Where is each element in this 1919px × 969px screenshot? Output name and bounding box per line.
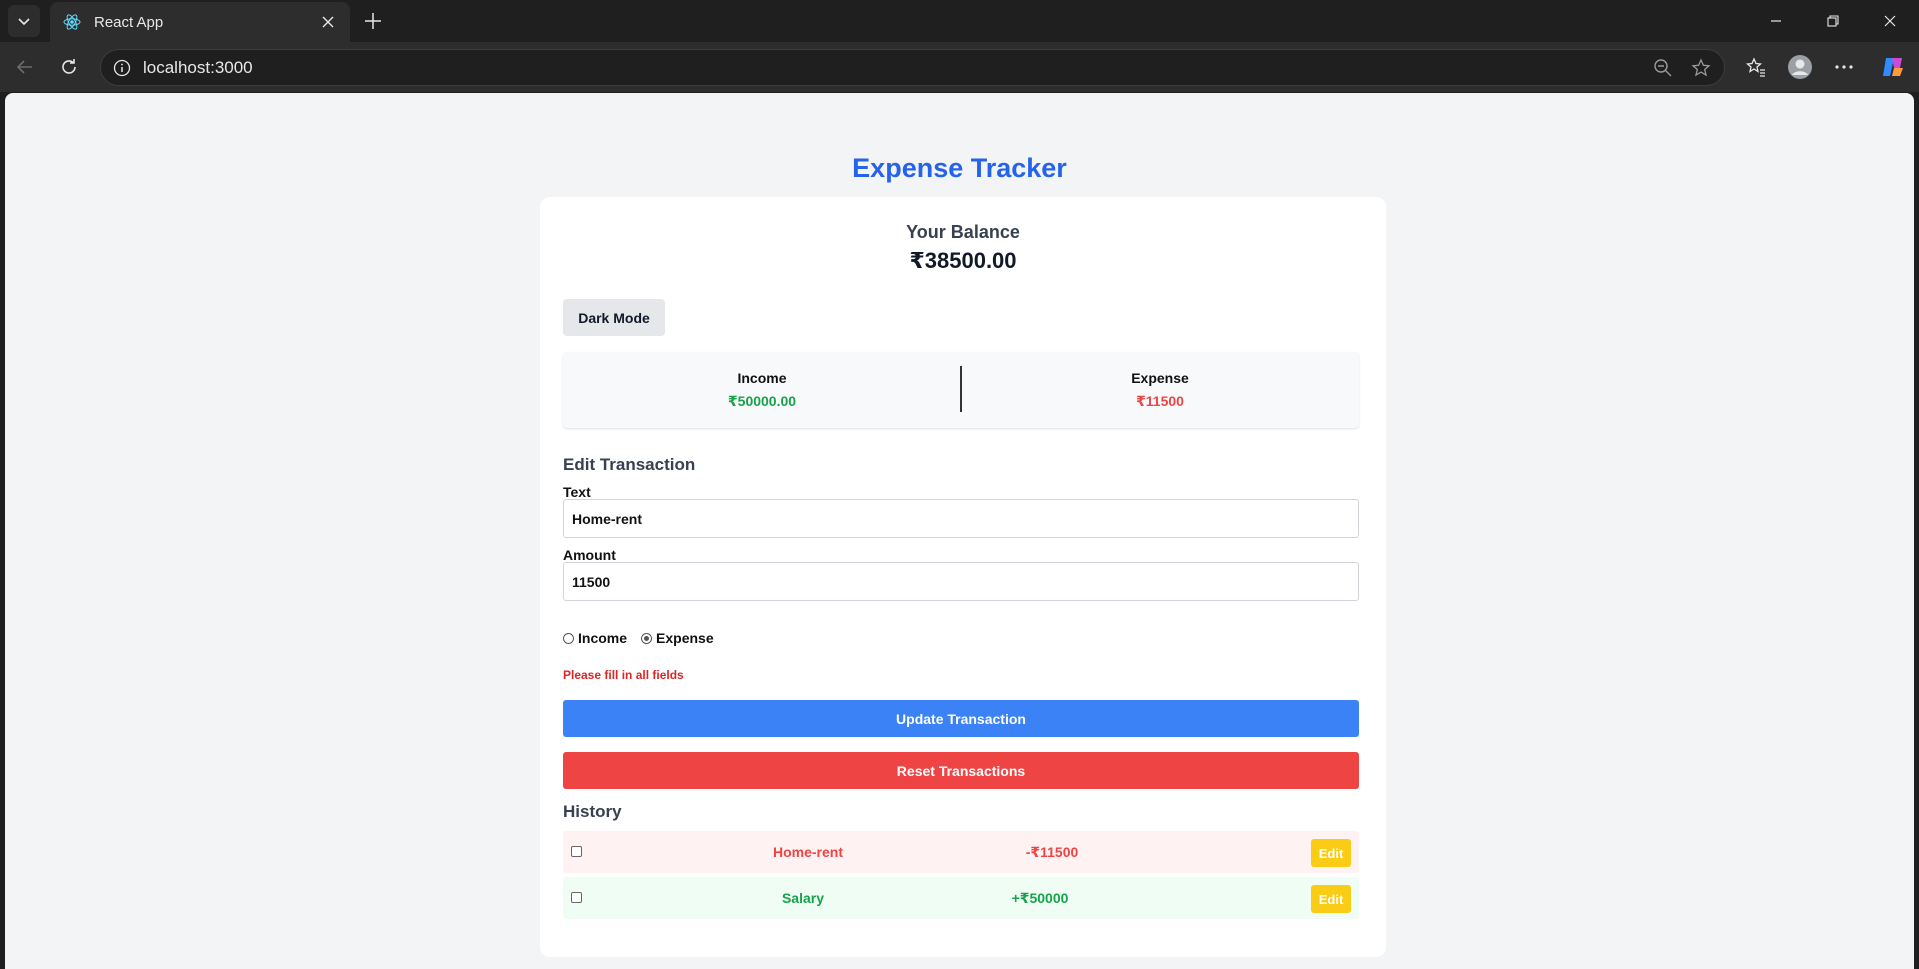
income-summary-value: ₹50000.00 [727,393,797,409]
amount-input[interactable] [563,562,1359,601]
tab-actions-button[interactable] [8,5,40,37]
income-radio[interactable] [563,632,574,644]
profile-avatar-icon[interactable] [1783,50,1817,84]
new-tab-icon[interactable] [358,6,388,36]
text-field-label: Text [563,484,591,500]
info-icon[interactable] [113,59,131,77]
income-radio-label[interactable]: Income [578,630,627,646]
chevron-down-icon [18,18,30,26]
reload-icon[interactable] [52,50,86,84]
history-row-checkbox[interactable] [571,846,582,857]
history-item-text: Home-rent [772,844,843,860]
favorites-icon[interactable] [1739,50,1773,84]
close-window-icon[interactable] [1862,0,1918,42]
react-logo-icon [63,14,81,30]
favorite-star-icon[interactable] [1686,53,1716,83]
back-arrow-icon[interactable] [8,50,42,84]
minimize-icon[interactable] [1748,0,1804,42]
balance-label: Your Balance [906,222,1020,242]
page-viewport: Expense Tracker Your Balance ₹38500.00 D… [5,93,1914,969]
browser-tab-bar: React App [0,0,1919,42]
income-summary: Income ₹50000.00 [563,370,961,410]
expense-radio[interactable] [641,632,653,644]
close-tab-icon[interactable] [318,12,338,32]
url-text: localhost:3000 [143,57,253,77]
transaction-type-group: Income Expense [563,630,728,646]
history-row-checkbox[interactable] [571,892,582,903]
expense-summary: Expense ₹11500 [961,370,1359,410]
amount-field-label: Amount [563,547,616,563]
dark-mode-button[interactable]: Dark Mode [563,299,665,336]
edit-button[interactable]: Edit [1311,839,1351,867]
history-row: Salary +₹50000 Edit [563,877,1359,919]
form-error-message: Please fill in all fields [563,668,684,682]
copilot-icon[interactable] [1876,50,1910,84]
text-input[interactable] [563,499,1359,538]
balance-value: ₹38500.00 [909,248,1017,273]
reset-transactions-button[interactable]: Reset Transactions [563,752,1359,789]
tab-title: React App [94,13,164,31]
history-item-text: Salary [781,890,825,906]
income-summary-label: Income [737,370,787,386]
browser-tab[interactable]: React App [50,2,350,42]
browser-toolbar: localhost:3000 [0,42,1919,92]
edit-transaction-heading: Edit Transaction [563,455,696,474]
expense-radio-label[interactable]: Expense [656,630,714,646]
zoom-out-icon[interactable] [1648,53,1678,83]
address-bar[interactable]: localhost:3000 [100,49,1725,86]
more-options-icon[interactable] [1827,50,1861,84]
tracker-card: Your Balance ₹38500.00 Dark Mode Income … [540,197,1386,957]
restore-icon[interactable] [1805,0,1861,42]
app-title: Expense Tracker [852,153,1067,183]
expense-summary-value: ₹11500 [1136,393,1184,409]
history-item-amount: -₹11500 [1025,844,1079,860]
update-transaction-button[interactable]: Update Transaction [563,700,1359,737]
history-row: Home-rent -₹11500 Edit [563,831,1359,873]
edit-button[interactable]: Edit [1311,885,1351,913]
income-expense-summary: Income ₹50000.00 Expense ₹11500 [563,352,1359,428]
expense-summary-label: Expense [1131,370,1189,386]
history-item-amount: +₹50000 [1011,890,1069,906]
history-heading: History [563,802,622,821]
